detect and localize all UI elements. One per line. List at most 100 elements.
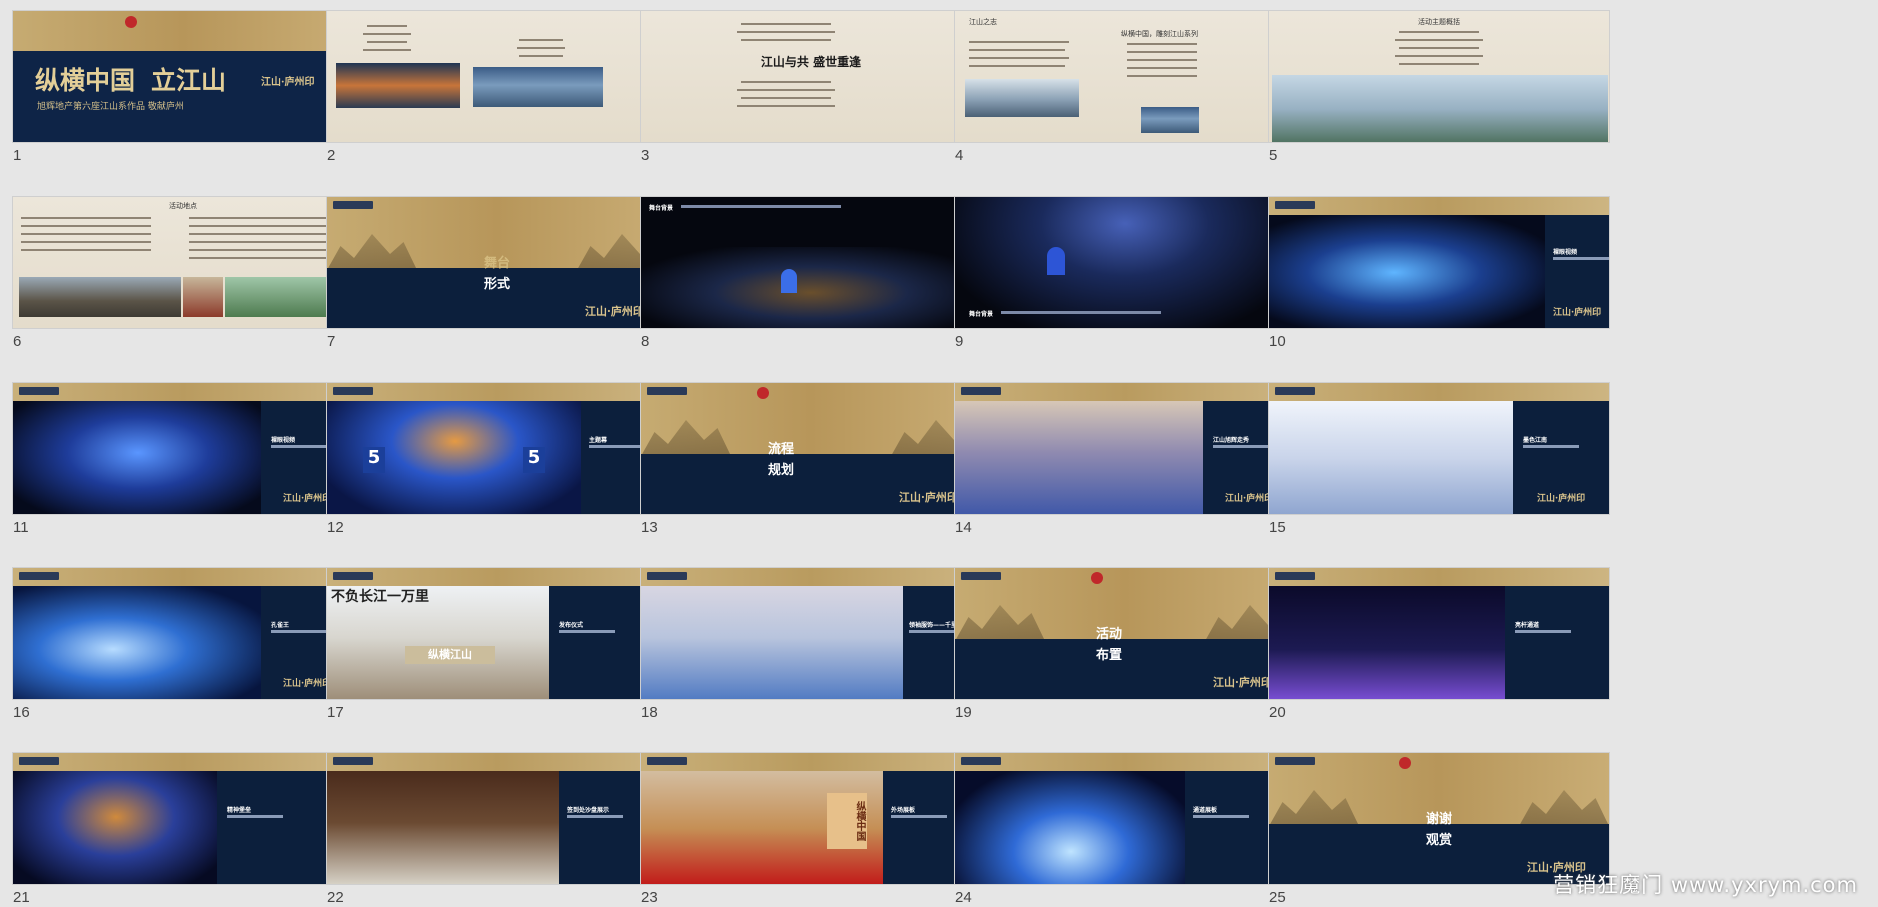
slide-number: 15 — [1269, 519, 1286, 536]
company-logo — [19, 572, 59, 580]
landscape-banner — [1272, 75, 1608, 142]
slide-canvas: 活动主题概括 — [1268, 10, 1610, 143]
slide-thumbnail-11[interactable]: 裸眼视频 江山·庐州印 11 — [0, 372, 354, 536]
company-logo — [333, 757, 373, 765]
dance-photo — [1269, 401, 1515, 514]
slide-sorter-grid: 纵横中国 立江山 旭辉地产第六座江山系作品 敬献庐州 江山·庐州印 1 2 江山… — [0, 0, 1878, 907]
slide-thumbnail-4[interactable]: 江山之志 纵横中国，雕刻江山系列 4 — [942, 0, 1296, 164]
slide-thumbnail-14[interactable]: 江山旭辉走秀 江山·庐州印 14 — [942, 372, 1296, 536]
caption-text — [1193, 815, 1249, 818]
slide-number: 5 — [1269, 147, 1278, 164]
slide-canvas: 精神堡垒 — [12, 752, 354, 885]
gold-band — [327, 568, 667, 586]
slide-canvas: 墨色江南 江山·庐州印 — [1268, 382, 1610, 515]
subtitle: 旭辉地产第六座江山系作品 敬献庐州 — [37, 102, 184, 112]
gold-band — [327, 383, 667, 401]
text-line — [21, 217, 151, 219]
slide-number: 9 — [955, 333, 964, 350]
company-logo — [961, 572, 1001, 580]
stage-photo — [955, 197, 1295, 328]
slide-thumbnail-18[interactable]: 领袖服饰——千里江山图 18 — [628, 557, 982, 721]
caption-title: 签到处沙盘展示 — [567, 807, 610, 814]
slide-thumbnail-20[interactable]: 亮杆通道 20 — [1256, 557, 1610, 721]
slide-thumbnail-5[interactable]: 活动主题概括 5 — [1256, 0, 1610, 164]
stage-photo — [13, 401, 263, 514]
slide-thumbnail-7[interactable]: 舞台 形式 江山·庐州印 7 — [314, 186, 668, 350]
text-line — [1399, 47, 1479, 49]
company-logo — [647, 387, 687, 395]
slide-number: 2 — [327, 147, 336, 164]
slide-thumbnail-17[interactable]: 不负长江一万里 纵横江山 发布仪式 17 — [314, 557, 668, 721]
slide-number: 6 — [13, 333, 22, 350]
text-line — [1395, 39, 1483, 41]
runway-photo — [955, 401, 1205, 514]
slide-thumbnail-1[interactable]: 纵横中国 立江山 旭辉地产第六座江山系作品 敬献庐州 江山·庐州印 1 — [0, 0, 354, 164]
text-line — [1399, 31, 1479, 33]
title-top: 活动 — [1095, 627, 1122, 642]
slide-thumbnail-3[interactable]: 江山与共 盛世重逢 3 — [628, 0, 982, 164]
caption-text — [567, 815, 623, 818]
caption-title: 发布仪式 — [559, 622, 584, 629]
stage-number-right: 5 — [523, 447, 545, 473]
slide-number: 8 — [641, 333, 650, 350]
brand-logo: 江山·庐州印 — [1553, 308, 1602, 318]
slide-thumbnail-8[interactable]: 舞台背景 8 — [628, 186, 982, 350]
slide-canvas: 舞台背景 — [640, 196, 982, 329]
caption-text — [891, 815, 947, 818]
title-top: 谢谢 — [1425, 812, 1452, 827]
caption-title: 外场展板 — [891, 807, 916, 814]
text-line — [21, 225, 151, 227]
gold-band — [13, 383, 353, 401]
text-line — [737, 31, 835, 33]
text-line — [519, 39, 563, 41]
company-logo — [961, 387, 1001, 395]
slide-thumbnail-12[interactable]: 5 5 主题幕 12 — [314, 372, 668, 536]
slide-thumbnail-22[interactable]: 签到处沙盘展示 22 — [314, 742, 668, 906]
company-logo — [19, 757, 59, 765]
pagoda-photo — [183, 277, 223, 317]
slide-number: 12 — [327, 519, 344, 536]
slide-thumbnail-23[interactable]: 纵横中国 外场展板 23 — [628, 742, 982, 906]
gold-band — [1269, 383, 1609, 401]
caption-text — [1523, 445, 1579, 448]
slide-thumbnail-15[interactable]: 墨色江南 江山·庐州印 15 — [1256, 372, 1610, 536]
slide-thumbnail-10[interactable]: 裸眼视频 江山·庐州印 10 — [1256, 186, 1610, 350]
light-corridor-photo — [1269, 586, 1507, 699]
gold-band — [1269, 568, 1609, 586]
slide-thumbnail-6[interactable]: 活动地点 6 — [0, 186, 354, 350]
text-line — [363, 33, 411, 35]
slide-thumbnail-13[interactable]: 流程 规划 江山·庐州印 13 — [628, 372, 982, 536]
slide-canvas: 亮杆通道 — [1268, 567, 1610, 700]
slide-thumbnail-21[interactable]: 精神堡垒 21 — [0, 742, 354, 906]
gold-band — [13, 11, 353, 51]
caption-title: 主题幕 — [589, 437, 608, 444]
slide-canvas: 纵横中国 外场展板 — [640, 752, 982, 885]
text-line — [1127, 67, 1197, 69]
slide-thumbnail-2[interactable]: 2 — [314, 0, 668, 164]
slide-thumbnail-9[interactable]: 舞台背景 9 — [942, 186, 1296, 350]
gate-light — [781, 269, 797, 293]
text-line — [1395, 55, 1483, 57]
caption-text — [559, 630, 615, 633]
gold-band — [1269, 197, 1609, 215]
caption-title: 亮杆通道 — [1515, 622, 1540, 629]
text-line — [1127, 75, 1197, 77]
text-line — [969, 49, 1065, 51]
slide-thumbnail-19[interactable]: 活动 布置 江山·庐州印 19 — [942, 557, 1296, 721]
slide-canvas: 裸眼视频 江山·庐州印 — [1268, 196, 1610, 329]
slide-thumbnail-24[interactable]: 通道展板 24 — [942, 742, 1296, 906]
caption-text — [1553, 257, 1609, 260]
slide-canvas: 裸眼视频 江山·庐州印 — [12, 382, 354, 515]
slide-number: 25 — [1269, 889, 1286, 906]
slide-number: 4 — [955, 147, 964, 164]
text-line — [1127, 59, 1197, 61]
slide-number: 23 — [641, 889, 658, 906]
caption-title: 精神堡垒 — [227, 807, 252, 814]
slide-canvas: 江山之志 纵横中国，雕刻江山系列 — [954, 10, 1296, 143]
text-line — [517, 47, 565, 49]
slide-thumbnail-16[interactable]: 孔雀王 江山·庐州印 16 — [0, 557, 354, 721]
slide-thumbnail-25[interactable]: 谢谢 观赏 江山·庐州印 25 — [1256, 742, 1610, 906]
company-logo — [1275, 201, 1315, 209]
caption-text — [1001, 311, 1161, 314]
heading-right: 纵横中国，雕刻江山系列 — [1121, 30, 1198, 38]
